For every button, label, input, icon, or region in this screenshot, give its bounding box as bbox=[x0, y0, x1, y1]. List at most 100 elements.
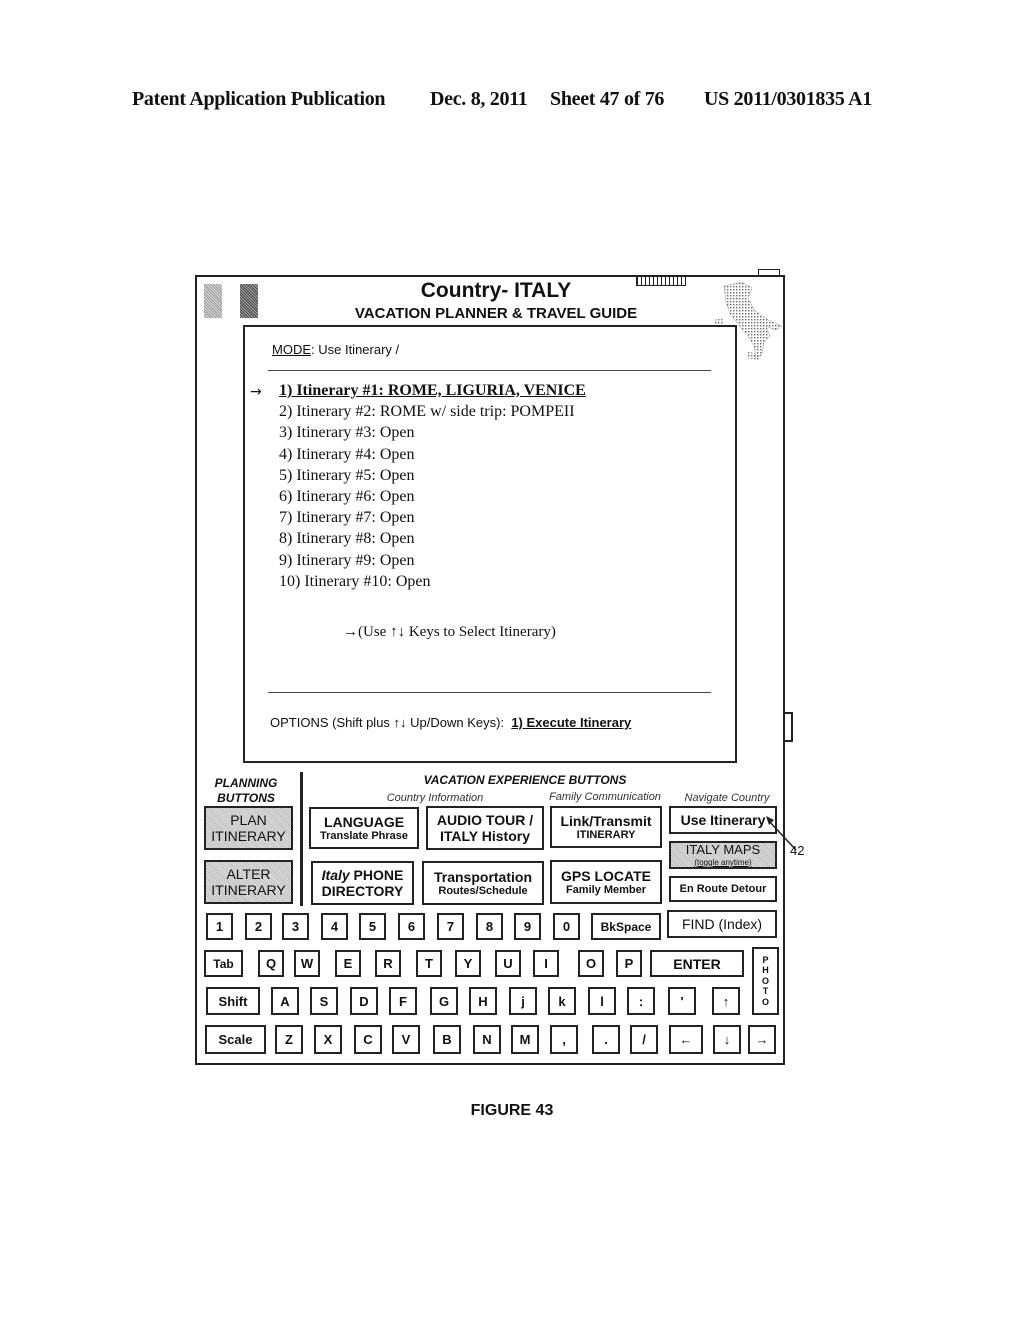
itinerary-item[interactable]: 9) Itinerary #9: Open bbox=[279, 552, 415, 570]
italy-maps-line1: ITALY MAPS bbox=[685, 841, 761, 857]
key-t[interactable]: T bbox=[416, 950, 442, 977]
key-q[interactable]: Q bbox=[258, 950, 284, 977]
key-m[interactable]: M bbox=[511, 1025, 539, 1054]
audio-tour-button[interactable]: AUDIO TOUR / ITALY History bbox=[426, 806, 544, 850]
itinerary-item[interactable]: 3) Itinerary #3: Open bbox=[279, 424, 415, 442]
itinerary-item[interactable]: 5) Itinerary #5: Open bbox=[279, 467, 415, 485]
key-arrow-up[interactable]: ↑ bbox=[712, 987, 740, 1015]
phone-directory-button[interactable]: Italy PHONE DIRECTORY bbox=[311, 861, 414, 905]
plan-itinerary-button[interactable]: PLAN ITINERARY bbox=[204, 806, 293, 850]
key-j[interactable]: j bbox=[509, 987, 537, 1015]
key-p[interactable]: P bbox=[616, 950, 642, 977]
language-button[interactable]: LANGUAGE Translate Phrase bbox=[309, 807, 419, 849]
en-route-detour-button[interactable]: En Route Detour bbox=[669, 876, 777, 902]
phone-directory-word: PHONE bbox=[349, 866, 404, 883]
key-v[interactable]: V bbox=[392, 1025, 420, 1054]
itinerary-item[interactable]: 7) Itinerary #7: Open bbox=[279, 509, 415, 527]
callout-number: 42 bbox=[790, 843, 805, 858]
key-scale[interactable]: Scale bbox=[205, 1025, 266, 1054]
publication-label: Patent Application Publication bbox=[132, 88, 386, 110]
key-tab[interactable]: Tab bbox=[204, 950, 243, 977]
key-0[interactable]: 0 bbox=[553, 913, 580, 940]
key-b[interactable]: B bbox=[433, 1025, 461, 1054]
planning-title: PLANNING bbox=[214, 776, 278, 790]
key-k[interactable]: k bbox=[548, 987, 576, 1015]
photo-button[interactable]: P H O T O bbox=[752, 947, 779, 1015]
key-i[interactable]: I bbox=[533, 950, 559, 977]
key-5[interactable]: 5 bbox=[359, 913, 386, 940]
transportation-line1: Transportation bbox=[433, 868, 532, 885]
key-x[interactable]: X bbox=[314, 1025, 342, 1054]
find-index-button[interactable]: FIND (Index) bbox=[667, 910, 777, 938]
panel-separator bbox=[300, 772, 303, 906]
itinerary-item[interactable]: 4) Itinerary #4: Open bbox=[279, 446, 415, 464]
enter-key[interactable]: ENTER bbox=[650, 950, 744, 977]
key-3[interactable]: 3 bbox=[282, 913, 309, 940]
key-7[interactable]: 7 bbox=[437, 913, 464, 940]
key-shift[interactable]: Shift bbox=[206, 987, 260, 1015]
key-a[interactable]: A bbox=[271, 987, 299, 1015]
sheet-number: Sheet 47 of 76 bbox=[550, 88, 665, 110]
divider bbox=[268, 370, 711, 371]
key-n[interactable]: N bbox=[473, 1025, 501, 1054]
key-1[interactable]: 1 bbox=[206, 913, 233, 940]
italy-flag-icon bbox=[204, 284, 222, 318]
key-comma[interactable]: , bbox=[550, 1025, 578, 1054]
key-h[interactable]: H bbox=[469, 987, 497, 1015]
key-arrow-left[interactable]: ← bbox=[669, 1025, 703, 1054]
key-colon[interactable]: : bbox=[627, 987, 655, 1015]
key-f[interactable]: F bbox=[389, 987, 417, 1015]
mode-value: : Use Itinerary / bbox=[311, 342, 400, 357]
key-4[interactable]: 4 bbox=[321, 913, 348, 940]
link-transmit-button[interactable]: Link/Transmit ITINERARY bbox=[550, 806, 662, 848]
key-r[interactable]: R bbox=[375, 950, 401, 977]
key-9[interactable]: 9 bbox=[514, 913, 541, 940]
itinerary-item[interactable]: 8) Itinerary #8: Open bbox=[279, 530, 415, 548]
key-s[interactable]: S bbox=[310, 987, 338, 1015]
itinerary-item[interactable]: 10) Itinerary #10: Open bbox=[279, 573, 431, 591]
key-o[interactable]: O bbox=[578, 950, 604, 977]
key-6[interactable]: 6 bbox=[398, 913, 425, 940]
key-z[interactable]: Z bbox=[275, 1025, 303, 1054]
key-arrow-down[interactable]: ↓ bbox=[713, 1025, 741, 1054]
key-w[interactable]: W bbox=[294, 950, 320, 977]
itinerary-item-selected[interactable]: 1) Itinerary #1: ROME, LIGURIA, VENICE bbox=[279, 382, 586, 400]
power-button[interactable] bbox=[758, 269, 780, 276]
execute-itinerary-option[interactable]: 1) Execute Itinerary bbox=[511, 715, 631, 730]
key-l[interactable]: l bbox=[588, 987, 616, 1015]
language-line2: Translate Phrase bbox=[319, 829, 409, 842]
itinerary-item[interactable]: 6) Itinerary #6: Open bbox=[279, 488, 415, 506]
key-backspace[interactable]: BkSpace bbox=[591, 913, 661, 940]
key-8[interactable]: 8 bbox=[476, 913, 503, 940]
gps-locate-button[interactable]: GPS LOCATE Family Member bbox=[550, 860, 662, 904]
side-button[interactable] bbox=[785, 712, 793, 742]
key-e[interactable]: E bbox=[335, 950, 361, 977]
key-2[interactable]: 2 bbox=[245, 913, 272, 940]
publication-date: Dec. 8, 2011 bbox=[430, 88, 528, 110]
key-d[interactable]: D bbox=[350, 987, 378, 1015]
phone-directory-country: Italy bbox=[321, 866, 350, 883]
patent-number: US 2011/0301835 A1 bbox=[704, 88, 872, 110]
key-arrow-right[interactable]: → bbox=[748, 1025, 776, 1054]
country-info-label: Country Information bbox=[386, 792, 484, 804]
key-slash[interactable]: / bbox=[630, 1025, 658, 1054]
key-apostrophe[interactable]: ' bbox=[668, 987, 696, 1015]
options-bar: OPTIONS (Shift plus ↑↓ Up/Down Keys): 1)… bbox=[270, 715, 631, 730]
transportation-button[interactable]: Transportation Routes/Schedule bbox=[422, 861, 544, 905]
audio-tour-line2: ITALY History bbox=[440, 828, 530, 844]
mode-label: MODE bbox=[272, 342, 311, 357]
transportation-line2: Routes/Schedule bbox=[438, 884, 528, 897]
options-label: OPTIONS (Shift plus ↑↓ Up/Down Keys): bbox=[270, 715, 505, 730]
key-g[interactable]: G bbox=[430, 987, 458, 1015]
audio-tour-line1: AUDIO TOUR / bbox=[436, 811, 534, 828]
itinerary-item[interactable]: 2) Itinerary #2: ROME w/ side trip: POMP… bbox=[279, 403, 575, 421]
italy-flag-icon-red-band bbox=[240, 284, 258, 318]
key-c[interactable]: C bbox=[354, 1025, 382, 1054]
key-u[interactable]: U bbox=[495, 950, 521, 977]
selection-arrow-icon: → bbox=[250, 384, 262, 400]
plan-itinerary-line2: ITINERARY bbox=[211, 828, 286, 844]
alter-itinerary-button[interactable]: ALTER ITINERARY bbox=[204, 860, 293, 904]
key-y[interactable]: Y bbox=[455, 950, 481, 977]
phone-directory-line2: DIRECTORY bbox=[321, 883, 404, 899]
key-period[interactable]: . bbox=[592, 1025, 620, 1054]
